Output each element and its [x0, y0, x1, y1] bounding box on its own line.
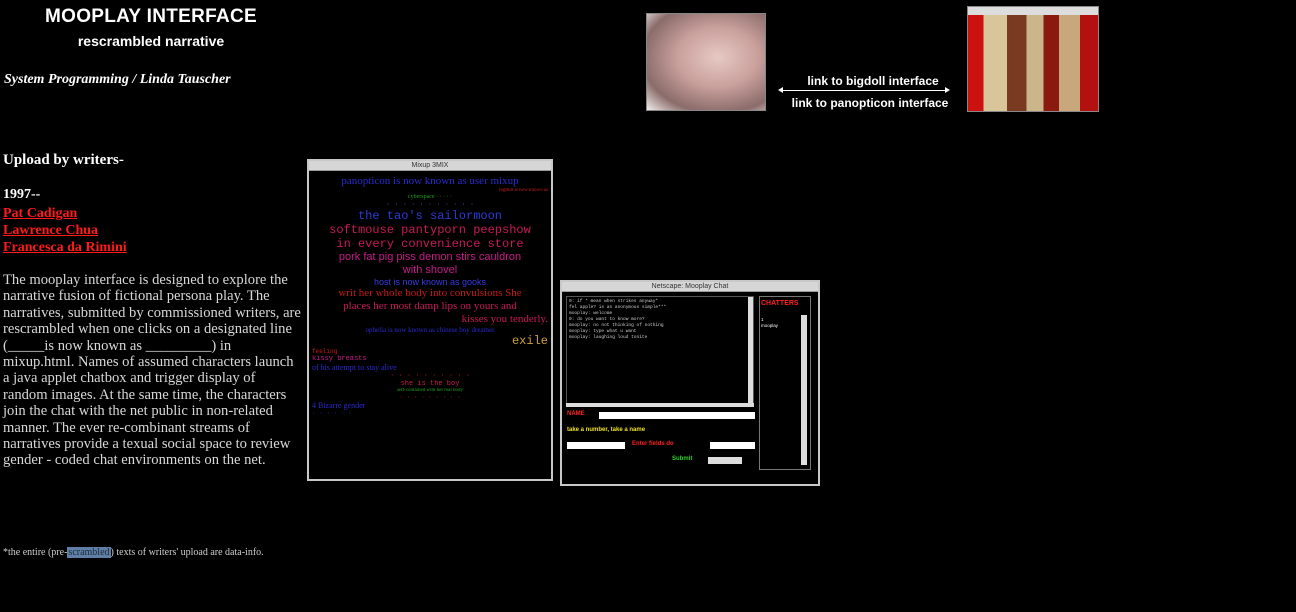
mixup-line[interactable]: panopticon is now known as user mixup: [312, 175, 548, 188]
submit-button[interactable]: [708, 457, 742, 464]
chat-log[interactable]: 0: if * mean when strikes anyway* fel app…: [566, 296, 754, 406]
chat-window: Netscape: Mooplay Chat 0: if * mean when…: [560, 280, 820, 486]
mixup-line[interactable]: exile: [312, 334, 548, 348]
enter-fields-label: Enter fields do: [632, 441, 674, 447]
chat-log-hscrollbar[interactable]: [566, 403, 754, 407]
chat-window-titlebar[interactable]: Netscape: Mooplay Chat: [562, 282, 818, 292]
mixup-line[interactable]: the tao's sailormoon: [312, 209, 548, 223]
submit-label: Submit: [672, 456, 693, 462]
chatters-label: CHATTERS: [761, 300, 799, 307]
mixup-line[interactable]: of his attempt to stay alive: [312, 363, 548, 372]
upload-heading: Upload by writers-: [3, 152, 124, 168]
mixup-line[interactable]: pork fat pig piss demon stirs cauldron: [312, 251, 548, 264]
mixup-line[interactable]: cyberspace · · · · ·: [312, 194, 548, 201]
mixup-line[interactable]: in every convenience store: [312, 237, 548, 251]
chat-log-line: mooplay: laughing loud tonite: [569, 335, 648, 340]
year-label: 1997--: [3, 187, 41, 202]
mixup-text-area: panopticon is now known as user mixup big…: [309, 171, 551, 484]
writer-link-da-rimini[interactable]: Francesca da Rimini: [3, 239, 127, 256]
page-title: MOOPLAY INTERFACE: [44, 6, 258, 27]
mixup-line[interactable]: feeling: [312, 348, 548, 355]
bigdoll-thumbnail-image[interactable]: [646, 13, 766, 111]
mixup-line[interactable]: places her most damp lips on yours and: [312, 300, 548, 313]
mixup-window: Mixup 3MIX panopticon is now known as us…: [307, 159, 553, 481]
description-paragraph: The mooplay interface is designed to exp…: [3, 272, 301, 469]
writer-link-cadigan[interactable]: Pat Cadigan: [3, 205, 127, 222]
credit-line: System Programming / Linda Tauscher: [4, 72, 231, 87]
double-arrow-icon: [778, 87, 950, 93]
mixup-line[interactable]: softmouse pantyporn peepshow: [312, 223, 548, 237]
mixup-line[interactable]: · · · · · · · · ·: [312, 394, 548, 401]
mixup-line[interactable]: · · · · · · · · · ·: [312, 372, 548, 380]
name-label: NAME: [567, 411, 585, 417]
chatters-scrollbar[interactable]: [801, 315, 807, 465]
name-input[interactable]: [599, 412, 755, 419]
mixup-line[interactable]: writ her whole body into convulsions She: [312, 287, 548, 300]
writer-list: Pat Cadigan Lawrence Chua Francesca da R…: [3, 205, 127, 256]
mixup-line[interactable]: 4 Bizarre gender: [312, 401, 548, 410]
chatters-list[interactable]: 1 mooplay: [761, 317, 801, 329]
footnote: *the entire (pre-scrambled) texts of wri…: [3, 546, 303, 559]
mixup-line[interactable]: host is now known as gooks: [312, 277, 548, 287]
chatter-item[interactable]: mooplay: [761, 323, 801, 329]
mixup-line[interactable]: she is the boy: [312, 380, 548, 388]
writer-link-chua[interactable]: Lawrence Chua: [3, 222, 127, 239]
chat-log-scrollbar[interactable]: [748, 297, 753, 405]
panopticon-interface-link[interactable]: link to panopticon interface: [776, 96, 964, 110]
mixup-window-titlebar[interactable]: Mixup 3MIX: [309, 161, 551, 171]
number-input[interactable]: [567, 442, 625, 449]
message-input[interactable]: [710, 442, 755, 449]
mixup-line[interactable]: kissy breasts: [312, 355, 548, 363]
page-subtitle: rescrambled narrative: [77, 33, 225, 49]
mixup-line[interactable]: kisses you tenderly.: [312, 313, 548, 326]
bigdoll-interface-link[interactable]: link to bigdoll interface: [788, 74, 958, 88]
mixup-line[interactable]: · · · · · · · · · · ·: [312, 201, 548, 209]
footnote-highlight: scrambled: [67, 547, 111, 558]
chat-prompt: take a number, take a name: [567, 427, 646, 433]
footnote-post: ) texts of writers' upload are data-info…: [110, 547, 264, 558]
panopticon-thumbnail-image[interactable]: [967, 6, 1099, 112]
mixup-line[interactable]: · · · · · ·: [312, 410, 548, 417]
mixup-line[interactable]: ophelia is now known as chinese boy drea…: [312, 326, 548, 334]
mixup-line[interactable]: with shovel: [312, 264, 548, 277]
footnote-pre: *the entire (pre-: [3, 547, 68, 558]
